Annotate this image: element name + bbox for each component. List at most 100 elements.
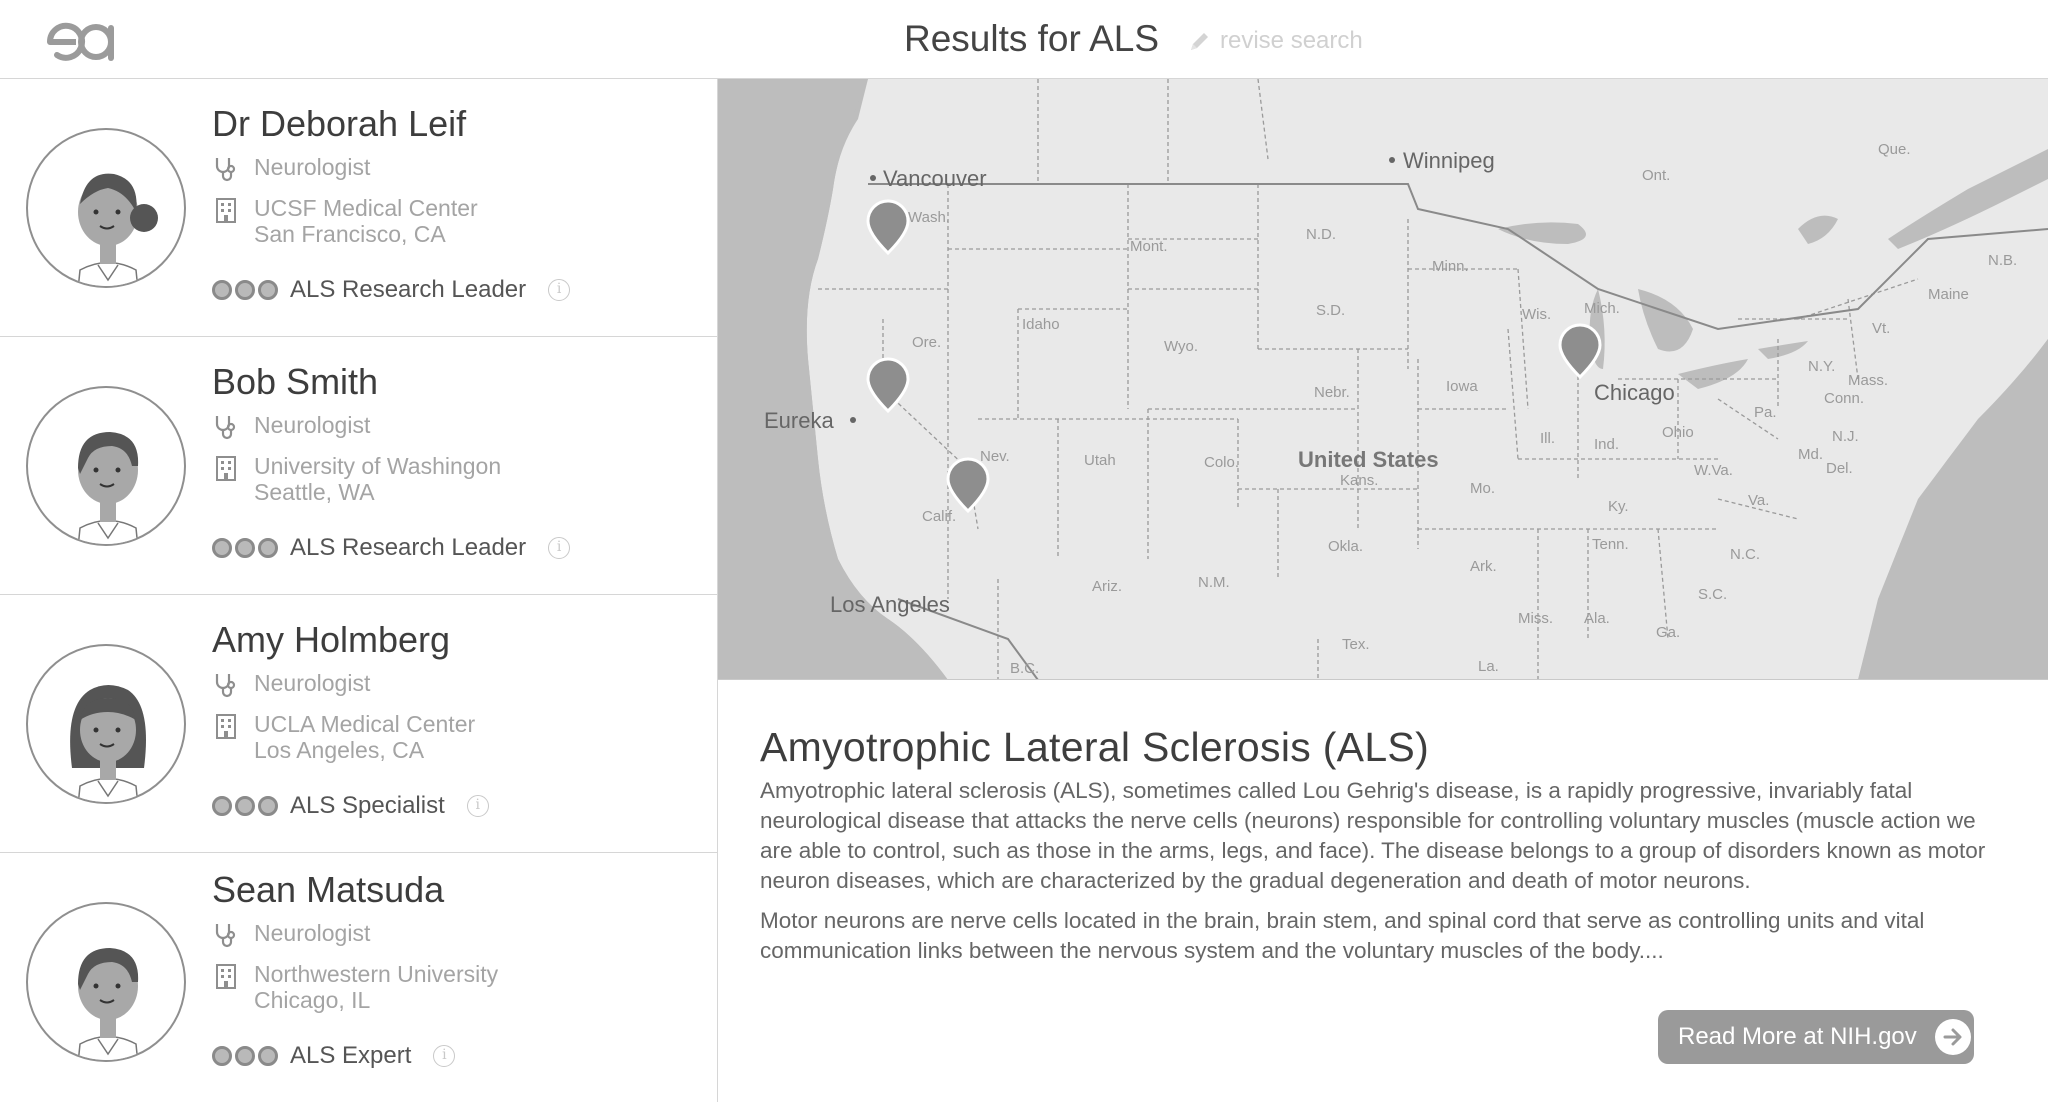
building-icon <box>216 964 236 989</box>
institution-row: UCLA Medical Center Los Angeles, CA <box>212 711 475 763</box>
avatar <box>26 644 186 804</box>
svg-text:Okla.: Okla. <box>1328 538 1363 555</box>
badge-row: ALS Expert i <box>212 1042 456 1070</box>
specialty: Neurologist <box>254 154 371 180</box>
doctor-list: Dr Deborah Leif Neurologist UCSF Medical… <box>0 79 718 1102</box>
svg-text:Mo.: Mo. <box>1470 480 1495 497</box>
svg-text:S.C.: S.C. <box>1698 586 1727 603</box>
rating-dots <box>212 538 278 558</box>
location: San Francisco, CA <box>254 221 446 247</box>
institution: University of Washingon <box>254 453 502 479</box>
svg-text:Del.: Del. <box>1826 460 1853 477</box>
location: Chicago, IL <box>254 987 371 1013</box>
article-paragraph: Motor neurons are nerve cells located in… <box>760 908 1925 963</box>
article-panel: Amyotrophic Lateral Sclerosis (ALS) Amyo… <box>718 680 2048 1102</box>
svg-text:Pa.: Pa. <box>1754 404 1777 421</box>
svg-text:B.C.: B.C. <box>1010 660 1039 677</box>
svg-text:N.B.: N.B. <box>1988 252 2017 269</box>
svg-text:Ark.: Ark. <box>1470 558 1497 575</box>
app-header: Results for ALS revise search <box>0 0 2048 79</box>
svg-text:Ky.: Ky. <box>1608 498 1629 515</box>
svg-text:Nev.: Nev. <box>980 448 1010 465</box>
svg-text:S.D.: S.D. <box>1316 302 1345 319</box>
institution: UCLA Medical Center <box>254 711 476 737</box>
svg-text:Calif.: Calif. <box>922 508 956 525</box>
svg-text:Idaho: Idaho <box>1022 316 1060 333</box>
specialty: Neurologist <box>254 670 371 696</box>
svg-text:N.M.: N.M. <box>1198 574 1230 591</box>
ea-logo[interactable] <box>46 20 120 62</box>
building-icon <box>216 198 236 223</box>
revise-search-label: revise search <box>1220 27 1363 54</box>
stethoscope-icon <box>215 158 236 182</box>
doctor-name[interactable]: Amy Holmberg <box>212 619 450 661</box>
svg-text:Chicago: Chicago <box>1594 380 1675 405</box>
svg-text:Miss.: Miss. <box>1518 610 1553 627</box>
avatar <box>26 902 186 1062</box>
svg-text:Winnipeg: Winnipeg <box>1403 148 1495 173</box>
badge-label: ALS Expert <box>290 1042 412 1069</box>
doctor-name[interactable]: Bob Smith <box>212 361 378 403</box>
doctor-card[interactable]: Sean Matsuda Neurologist Northwestern Un… <box>0 853 718 1102</box>
institution-row: University of Washingon Seattle, WA <box>212 453 501 505</box>
svg-text:Ind.: Ind. <box>1594 436 1619 453</box>
doctor-name[interactable]: Sean Matsuda <box>212 869 444 911</box>
svg-text:Vancouver: Vancouver <box>883 166 987 191</box>
read-more-label: Read More at NIH.gov <box>1678 1023 1917 1050</box>
svg-text:Md.: Md. <box>1798 446 1823 463</box>
svg-text:Ohio: Ohio <box>1662 424 1694 441</box>
info-icon[interactable]: i <box>548 537 571 559</box>
stethoscope-icon <box>215 924 236 948</box>
badge-row: ALS Specialist i <box>212 792 489 820</box>
badge-label: ALS Specialist <box>290 792 445 819</box>
svg-text:Nebr.: Nebr. <box>1314 384 1350 401</box>
specialty: Neurologist <box>254 920 371 946</box>
rating-dots <box>212 280 278 300</box>
institution: Northwestern University <box>254 961 499 987</box>
location: Seattle, WA <box>254 479 375 505</box>
svg-text:Ariz.: Ariz. <box>1092 578 1122 595</box>
svg-text:Conn.: Conn. <box>1824 390 1864 407</box>
doctor-card[interactable]: Amy Holmberg Neurologist UCLA Medical Ce… <box>0 595 718 853</box>
stethoscope-icon <box>215 416 236 440</box>
svg-text:Wash.: Wash. <box>908 209 950 226</box>
specialty-row: Neurologist <box>212 412 370 441</box>
read-more-button[interactable]: Read More at NIH.gov <box>1658 1010 1974 1064</box>
svg-text:Tenn.: Tenn. <box>1592 536 1629 553</box>
badge-row: ALS Research Leader i <box>212 534 571 562</box>
svg-text:Ore.: Ore. <box>912 334 941 351</box>
svg-text:N.C.: N.C. <box>1730 546 1760 563</box>
svg-text:Eureka: Eureka <box>764 408 834 433</box>
svg-text:Ont.: Ont. <box>1642 167 1670 184</box>
svg-text:N.Y.: N.Y. <box>1808 358 1835 375</box>
country-label: United States <box>1298 447 1439 472</box>
svg-text:Mich.: Mich. <box>1584 300 1620 317</box>
revise-search-link[interactable]: revise search <box>1188 27 1363 55</box>
svg-text:Wis.: Wis. <box>1522 306 1551 323</box>
info-icon[interactable]: i <box>548 279 571 301</box>
results-map[interactable]: Wash. Mont. N.D. Minn. Ont. Que. N.B. Maine Id… <box>718 79 2048 680</box>
svg-text:Que.: Que. <box>1878 141 1911 158</box>
svg-text:Mass.: Mass. <box>1848 372 1888 389</box>
institution-row: Northwestern University Chicago, IL <box>212 961 498 1013</box>
svg-text:Ala.: Ala. <box>1584 610 1610 627</box>
svg-text:Iowa: Iowa <box>1446 378 1478 395</box>
doctor-card[interactable]: Bob Smith Neurologist University of Wash… <box>0 337 718 595</box>
rating-dots <box>212 1046 278 1066</box>
specialty-row: Neurologist <box>212 670 370 699</box>
svg-text:Colo.: Colo. <box>1204 454 1239 471</box>
arrow-right-icon <box>1934 1019 1971 1055</box>
svg-text:Ga.: Ga. <box>1656 624 1680 641</box>
location: Los Angeles, CA <box>254 737 425 763</box>
badge-label: ALS Research Leader <box>290 534 527 561</box>
svg-text:Kans.: Kans. <box>1340 472 1378 489</box>
doctor-name[interactable]: Dr Deborah Leif <box>212 103 466 145</box>
info-icon[interactable]: i <box>466 795 489 817</box>
svg-text:N.J.: N.J. <box>1832 428 1859 445</box>
institution-row: UCSF Medical Center San Francisco, CA <box>212 195 478 247</box>
page-title: Results for ALS <box>904 18 1160 59</box>
doctor-card[interactable]: Dr Deborah Leif Neurologist UCSF Medical… <box>0 79 718 337</box>
info-icon[interactable]: i <box>433 1045 456 1067</box>
svg-text:Minn.: Minn. <box>1432 258 1469 275</box>
stethoscope-icon <box>215 674 236 698</box>
